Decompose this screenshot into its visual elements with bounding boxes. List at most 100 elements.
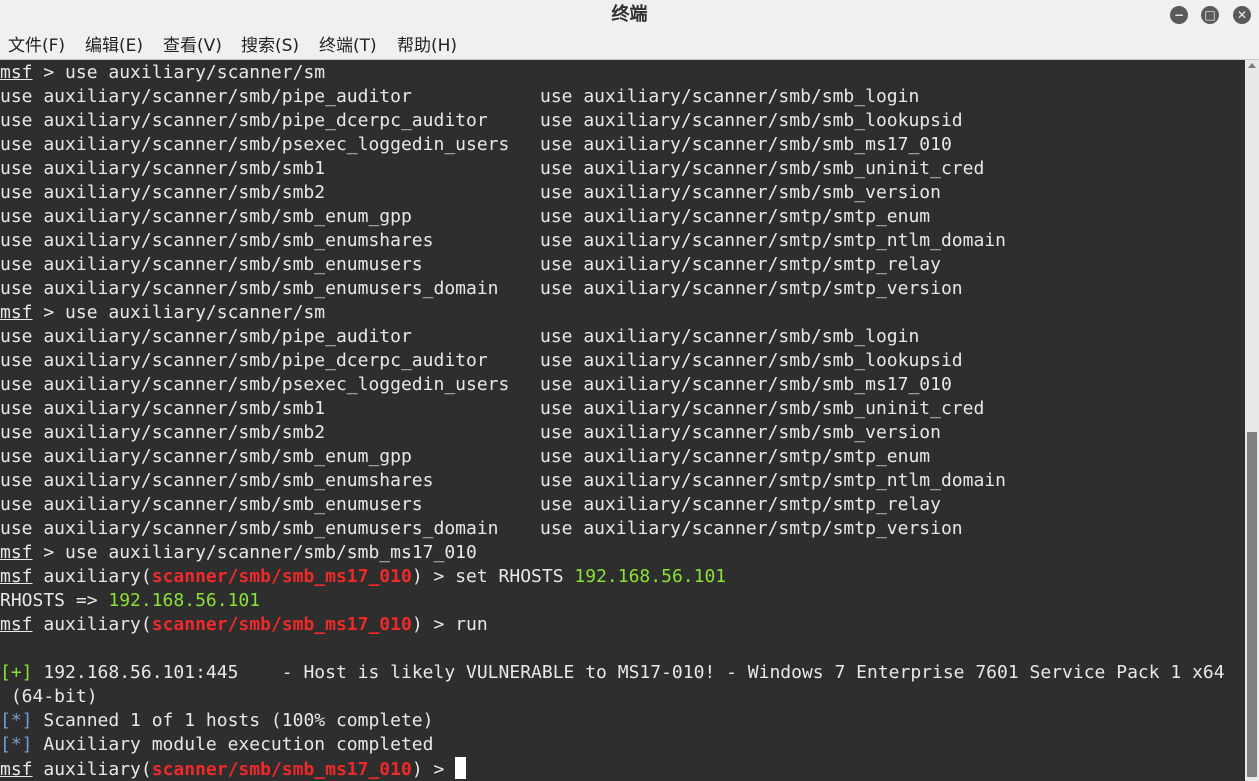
completion-left: use auxiliary/scanner/smb/smb1 xyxy=(0,158,326,179)
terminal-area[interactable]: msf > use auxiliary/scanner/sm use auxil… xyxy=(0,60,1245,781)
completion-left: use auxiliary/scanner/smb/smb2 xyxy=(0,422,326,443)
menu-terminal[interactable]: 终端(T) xyxy=(319,35,377,57)
title-bar: 终端 − □ ✕ xyxy=(0,0,1259,32)
completion-right: use auxiliary/scanner/smtp/smtp_version xyxy=(540,518,963,539)
completion-row: use auxiliary/scanner/smb/smb_enumshares… xyxy=(0,229,1006,253)
result-line: [+] 192.168.56.101:445 - Host is likely … xyxy=(0,661,1225,685)
rhosts-echo: RHOSTS => xyxy=(0,590,109,611)
scrollbar-thumb[interactable] xyxy=(1247,432,1257,777)
result-host: 192.168.56.101:445 xyxy=(43,662,239,683)
text-cursor[interactable] xyxy=(455,757,467,779)
completion-row: use auxiliary/scanner/smb/pipe_dcerpc_au… xyxy=(0,349,963,373)
completion-left: use auxiliary/scanner/smb/smb_enumshares xyxy=(0,470,434,491)
status-line: [*] Scanned 1 of 1 hosts (100% complete) xyxy=(0,709,433,733)
completion-row: use auxiliary/scanner/smb/smb2 use auxili… xyxy=(0,181,941,205)
completion-left: use auxiliary/scanner/smb/pipe_dcerpc_au… xyxy=(0,110,488,131)
menu-view[interactable]: 查看(V) xyxy=(163,35,222,57)
menu-file[interactable]: 文件(F) xyxy=(8,35,65,57)
completion-row: use auxiliary/scanner/smb/pipe_auditor us… xyxy=(0,325,919,349)
vertical-scrollbar[interactable] xyxy=(1245,60,1259,781)
completion-left: use auxiliary/scanner/smb/smb1 xyxy=(0,398,326,419)
completion-row: use auxiliary/scanner/smb/smb1 use auxili… xyxy=(0,157,984,181)
completion-row: use auxiliary/scanner/smb/smb_enumusers_… xyxy=(0,517,963,541)
completion-right: use auxiliary/scanner/smtp/smtp_enum xyxy=(540,206,931,227)
completion-right: use auxiliary/scanner/smb/smb_ms17_010 xyxy=(540,134,952,155)
completion-left: use auxiliary/scanner/smb/smb_enumusers xyxy=(0,494,423,515)
completion-right: use auxiliary/scanner/smb/smb_version xyxy=(540,182,941,203)
rhosts-value: 192.168.56.101 xyxy=(574,566,727,587)
rhosts-echo-value: 192.168.56.101 xyxy=(108,590,261,611)
completion-left: use auxiliary/scanner/smb/smb2 xyxy=(0,182,326,203)
menu-bar: 文件(F) 编辑(E) 查看(V) 搜索(S) 终端(T) 帮助(H) xyxy=(0,32,1259,60)
completion-right: use auxiliary/scanner/smtp/smtp_version xyxy=(540,278,963,299)
completion-row: use auxiliary/scanner/smb/smb2 use auxili… xyxy=(0,421,941,445)
status-line: [*] Auxiliary module execution completed xyxy=(0,733,433,757)
completion-row: use auxiliary/scanner/smb/smb_enumusers_… xyxy=(0,277,963,301)
minimize-button[interactable]: − xyxy=(1170,6,1188,24)
completion-right: use auxiliary/scanner/smtp/smtp_enum xyxy=(540,446,931,467)
completion-left: use auxiliary/scanner/smb/smb_enumshares xyxy=(0,230,434,251)
completion-row: use auxiliary/scanner/smb/smb_enum_gpp us… xyxy=(0,205,930,229)
completion-left: use auxiliary/scanner/smb/pipe_dcerpc_au… xyxy=(0,350,488,371)
completion-left: use auxiliary/scanner/smb/smb_enumusers_… xyxy=(0,518,499,539)
command-text: set RHOSTS xyxy=(455,566,575,587)
prompt-line: msf > use auxiliary/scanner/sm xyxy=(0,302,326,323)
completion-left: use auxiliary/scanner/smb/smb_enum_gpp xyxy=(0,446,412,467)
completion-row: use auxiliary/scanner/smb/pipe_dcerpc_au… xyxy=(0,109,963,133)
menu-edit[interactable]: 编辑(E) xyxy=(85,35,143,57)
close-button[interactable]: ✕ xyxy=(1233,6,1251,24)
command-text: use auxiliary/scanner/smb/smb_ms17_010 xyxy=(65,542,477,563)
prompt-line: msf auxiliary(scanner/smb/smb_ms17_010) … xyxy=(0,566,727,587)
completion-right: use auxiliary/scanner/smb/smb_uninit_cre… xyxy=(540,158,985,179)
completion-row: use auxiliary/scanner/smb/psexec_loggedi… xyxy=(0,133,952,157)
completion-right: use auxiliary/scanner/smtp/smtp_ntlm_dom… xyxy=(540,230,1006,251)
completion-right: use auxiliary/scanner/smtp/smtp_ntlm_dom… xyxy=(540,470,1006,491)
completion-row: use auxiliary/scanner/smb/smb_enumshares… xyxy=(0,469,1006,493)
completion-left: use auxiliary/scanner/smb/psexec_loggedi… xyxy=(0,134,510,155)
command-text: run xyxy=(455,614,488,635)
msf-prompt: msf xyxy=(0,542,33,563)
msf-prompt: msf xyxy=(0,62,33,83)
completion-right: use auxiliary/scanner/smb/smb_login xyxy=(540,86,920,107)
scroll-up-icon[interactable] xyxy=(1248,63,1256,68)
maximize-button[interactable]: □ xyxy=(1201,6,1219,24)
completion-row: use auxiliary/scanner/smb/smb_enum_gpp us… xyxy=(0,445,930,469)
completion-right: use auxiliary/scanner/smb/smb_ms17_010 xyxy=(540,374,952,395)
completion-right: use auxiliary/scanner/smtp/smtp_relay xyxy=(540,254,941,275)
completion-left: use auxiliary/scanner/smb/smb_enum_gpp xyxy=(0,206,412,227)
info-tag: [*] xyxy=(0,734,33,755)
prompt-line: msf > use auxiliary/scanner/smb/smb_ms17… xyxy=(0,542,477,563)
result-message: - Host is likely VULNERABLE to MS17-010!… xyxy=(238,662,1225,683)
prompt-line: msf > use auxiliary/scanner/sm xyxy=(0,62,326,83)
msf-prompt: msf xyxy=(0,614,33,635)
prompt-line: msf auxiliary(scanner/smb/smb_ms17_010) … xyxy=(0,757,467,781)
completion-row: use auxiliary/scanner/smb/smb_enumusers u… xyxy=(0,253,941,277)
completion-right: use auxiliary/scanner/smb/smb_lookupsid xyxy=(540,350,963,371)
command-text: use auxiliary/scanner/sm xyxy=(65,62,326,83)
completion-left: use auxiliary/scanner/smb/smb_enumusers xyxy=(0,254,423,275)
completion-left: use auxiliary/scanner/smb/pipe_auditor xyxy=(0,86,412,107)
completion-row: use auxiliary/scanner/smb/smb1 use auxili… xyxy=(0,397,984,421)
menu-help[interactable]: 帮助(H) xyxy=(397,35,457,57)
completion-row: use auxiliary/scanner/smb/psexec_loggedi… xyxy=(0,373,952,397)
output-line: RHOSTS => 192.168.56.101 xyxy=(0,589,260,613)
msf-prompt: msf xyxy=(0,302,33,323)
info-tag: [*] xyxy=(0,710,33,731)
result-continuation: (64-bit) xyxy=(0,686,98,707)
msf-prompt: msf xyxy=(0,566,33,587)
completion-right: use auxiliary/scanner/smb/smb_lookupsid xyxy=(540,110,963,131)
module-name: scanner/smb/smb_ms17_010 xyxy=(151,566,412,587)
status-text: Auxiliary module execution completed xyxy=(32,734,434,755)
completion-right: use auxiliary/scanner/smtp/smtp_relay xyxy=(540,494,941,515)
completion-left: use auxiliary/scanner/smb/smb_enumusers_… xyxy=(0,278,499,299)
completion-left: use auxiliary/scanner/smb/pipe_auditor xyxy=(0,326,412,347)
module-name: scanner/smb/smb_ms17_010 xyxy=(151,614,412,635)
menu-search[interactable]: 搜索(S) xyxy=(241,35,299,57)
completion-row: use auxiliary/scanner/smb/smb_enumusers u… xyxy=(0,493,941,517)
completion-left: use auxiliary/scanner/smb/psexec_loggedi… xyxy=(0,374,510,395)
command-text: use auxiliary/scanner/sm xyxy=(65,302,326,323)
completion-right: use auxiliary/scanner/smb/smb_login xyxy=(540,326,920,347)
completion-row: use auxiliary/scanner/smb/pipe_auditor us… xyxy=(0,85,919,109)
completion-right: use auxiliary/scanner/smb/smb_version xyxy=(540,422,941,443)
window-title: 终端 xyxy=(611,4,648,25)
